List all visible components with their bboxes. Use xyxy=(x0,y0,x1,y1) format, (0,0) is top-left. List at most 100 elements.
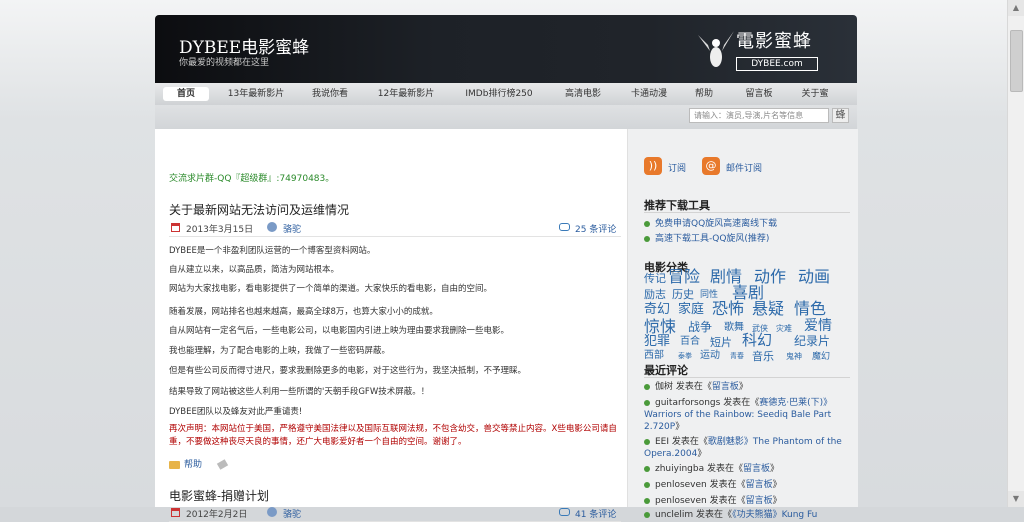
category-tag[interactable]: 纪录片 xyxy=(794,335,830,347)
post-warning: 再次声明：本网站位于美国，严格遵守美国法律以及国际互联网法规，不包含幼交，兽交等… xyxy=(169,424,617,447)
category-tag[interactable]: 科幻 xyxy=(742,333,772,348)
bee-icon xyxy=(698,31,734,67)
bullet-icon xyxy=(644,497,650,504)
recent-comment-item: penloseven 发表在《留言板》 xyxy=(644,479,850,491)
site-wrapper: DYBEE电影蜜蜂 你最爱的视频都在这里 電影蜜蜂 DYBEE.com 首页 1… xyxy=(155,15,858,522)
post-meta: 2013年3月15日 骆驼 25 条评论 xyxy=(169,222,621,237)
category-tag[interactable]: 家庭 xyxy=(678,303,704,316)
bullet-icon xyxy=(644,511,650,518)
search-bar: 请输入：演员,导演,片名等信息 蜂 xyxy=(155,105,857,129)
nav-item-2013[interactable]: 13年最新影片 xyxy=(221,87,291,101)
post-author[interactable]: 骆驼 xyxy=(283,507,301,520)
post-paragraph: 自从网站有一定名气后，一些电影公司，以电影国内引进上映为理由要求我删除一些电影。 xyxy=(169,326,510,336)
post-paragraph: 结果导致了网站被这些人利用一些所谓的'天朝手段GFW技术屏蔽。！ xyxy=(169,387,430,397)
category-tag[interactable]: 泰拳 xyxy=(678,353,692,360)
scroll-thumb[interactable] xyxy=(1010,30,1023,92)
category-tag[interactable]: 情色 xyxy=(794,301,826,317)
site-logo[interactable]: 電影蜜蜂 DYBEE.com xyxy=(696,21,851,81)
comment-post-link[interactable]: 留言板 xyxy=(746,496,773,506)
category-tag[interactable]: 鬼神 xyxy=(786,353,802,361)
category-tag[interactable]: 奇幻 xyxy=(644,303,670,316)
recent-comments-title: 最近评论 xyxy=(644,364,688,377)
recent-comment-item: EEI 发表在《歌剧魅影》The Phantom of the Opera.20… xyxy=(644,437,842,459)
category-tag[interactable]: 西部 xyxy=(644,351,664,361)
calendar-icon xyxy=(171,223,180,232)
recent-comment-item: zhuiyingba 发表在《留言板》 xyxy=(644,463,850,475)
category-tag[interactable]: 短片 xyxy=(710,337,732,348)
bullet-icon xyxy=(644,220,650,227)
category-tag[interactable]: 冒险 xyxy=(668,269,700,285)
tool-link[interactable]: 免费申请QQ旋风高速离线下载 xyxy=(644,216,777,229)
category-tag[interactable]: 爱情 xyxy=(804,319,832,333)
post-comments[interactable]: 25 条评论 xyxy=(575,222,616,235)
category-tag[interactable]: 歌舞 xyxy=(724,323,744,333)
post-title[interactable]: 电影蜜蜂-捐赠计划 xyxy=(169,487,269,504)
category-tag[interactable]: 魔幻 xyxy=(812,353,830,362)
category-tag[interactable]: 灾难 xyxy=(776,325,792,333)
post-paragraph: DYBEE团队以及蜂友对此严重谴责! xyxy=(169,407,303,417)
category-tag[interactable]: 动画 xyxy=(798,269,830,285)
mail-icon[interactable]: @ xyxy=(702,157,720,175)
post-author[interactable]: 骆驼 xyxy=(283,222,301,235)
comment-post-link[interactable]: 留言板 xyxy=(743,464,770,474)
scroll-down-icon[interactable]: ▼ xyxy=(1008,491,1024,507)
post-title[interactable]: 关于最新网站无法访问及运维情况 xyxy=(169,201,349,218)
comment-icon xyxy=(559,223,570,231)
divider xyxy=(644,377,850,378)
post-paragraph: 网站为大家找电影，看电影提供了一个简单的渠道。大家快乐的看电影，自由的空间。 xyxy=(169,284,493,294)
nav-item-hd[interactable]: 高清电影 xyxy=(555,87,611,101)
post-category[interactable]: 帮助 xyxy=(184,460,202,470)
bullet-icon xyxy=(644,438,650,445)
tag-icon xyxy=(216,459,229,470)
bullet-icon xyxy=(644,399,650,406)
rss-link[interactable]: 订阅 xyxy=(668,161,686,174)
post-date: 2012年2月2日 xyxy=(186,510,248,520)
category-tag[interactable]: 战争 xyxy=(688,321,712,333)
comment-post-link[interactable]: 留言板 xyxy=(746,480,773,490)
tool-link[interactable]: 高速下载工具-QQ旋风(推荐) xyxy=(644,231,769,244)
category-tag[interactable]: 音乐 xyxy=(752,351,774,362)
category-tag[interactable]: 犯罪 xyxy=(644,335,670,348)
sidebar: )) 订阅 @ 邮件订阅 推荐下载工具 免费申请QQ旋风高速离线下载 高速下载工… xyxy=(627,129,858,520)
main-content: 交流求片群-QQ『超级群』:74970483。 关于最新网站无法访问及运维情况 … xyxy=(155,129,627,522)
nav-item-imdb[interactable]: IMDb排行榜250 xyxy=(459,87,539,101)
category-tag[interactable]: 运动 xyxy=(700,351,720,361)
recent-comment-item: 伽树 发表在《留言板》 xyxy=(644,381,850,393)
logo-text: 電影蜜蜂 xyxy=(736,31,812,52)
nav-item-talk[interactable]: 我说你看 xyxy=(305,87,355,101)
nav-item-about[interactable]: 关于蜜 xyxy=(795,87,835,101)
category-tag[interactable]: 青春 xyxy=(730,353,744,360)
qq-group-link[interactable]: 交流求片群-QQ『超级群』:74970483。 xyxy=(169,171,334,184)
comment-post-link[interactable]: 《功夫熊猫》Kung Fu xyxy=(732,510,817,520)
mail-subscribe-link[interactable]: 邮件订阅 xyxy=(726,161,762,174)
nav-item-guestbook[interactable]: 留言板 xyxy=(739,87,779,101)
search-input[interactable]: 请输入：演员,导演,片名等信息 xyxy=(689,108,829,123)
post-tags: 帮助 xyxy=(169,457,229,470)
category-tag[interactable]: 恐怖 xyxy=(712,301,744,317)
search-button[interactable]: 蜂 xyxy=(832,108,849,123)
rss-icon[interactable]: )) xyxy=(644,157,662,175)
category-tag[interactable]: 励志 xyxy=(644,289,666,300)
nav-item-help[interactable]: 帮助 xyxy=(689,87,719,101)
post-paragraph: 自从建立以来，以高品质，简洁为网站根本。 xyxy=(169,265,340,275)
category-tag[interactable]: 惊悚 xyxy=(644,319,676,335)
category-tag[interactable]: 悬疑 xyxy=(752,301,784,317)
recent-comment-item: unclelim 发表在《《功夫熊猫》Kung Fu xyxy=(644,509,850,521)
nav-item-2012[interactable]: 12年最新影片 xyxy=(371,87,441,101)
recent-comment-item: penloseven 发表在《留言板》 xyxy=(644,495,850,507)
nav-item-home[interactable]: 首页 xyxy=(163,87,209,101)
folder-icon xyxy=(169,460,180,469)
category-tag[interactable]: 历史 xyxy=(672,289,694,300)
post-comments[interactable]: 41 条评论 xyxy=(575,507,616,520)
post-paragraph: DYBEE是一个非盈利团队运营的一个博客型资料网站。 xyxy=(169,246,376,256)
post-date: 2013年3月15日 xyxy=(186,225,254,235)
scroll-up-icon[interactable]: ▲ xyxy=(1008,0,1024,16)
bullet-icon xyxy=(644,383,650,390)
page-scrollbar[interactable]: ▲ ▼ xyxy=(1007,0,1024,507)
post-paragraph: 但是有些公司反而得寸进尺，要求我删除更多的电影，对于这些行为，我坚决抵制，不予理… xyxy=(169,366,527,376)
category-tag[interactable]: 百合 xyxy=(680,337,700,347)
nav-item-anime[interactable]: 卡通动漫 xyxy=(621,87,677,101)
comment-post-link[interactable]: 留言板 xyxy=(712,382,739,392)
category-tag[interactable]: 传记 xyxy=(644,273,666,284)
subscribe-row: )) 订阅 @ 邮件订阅 xyxy=(644,155,854,179)
